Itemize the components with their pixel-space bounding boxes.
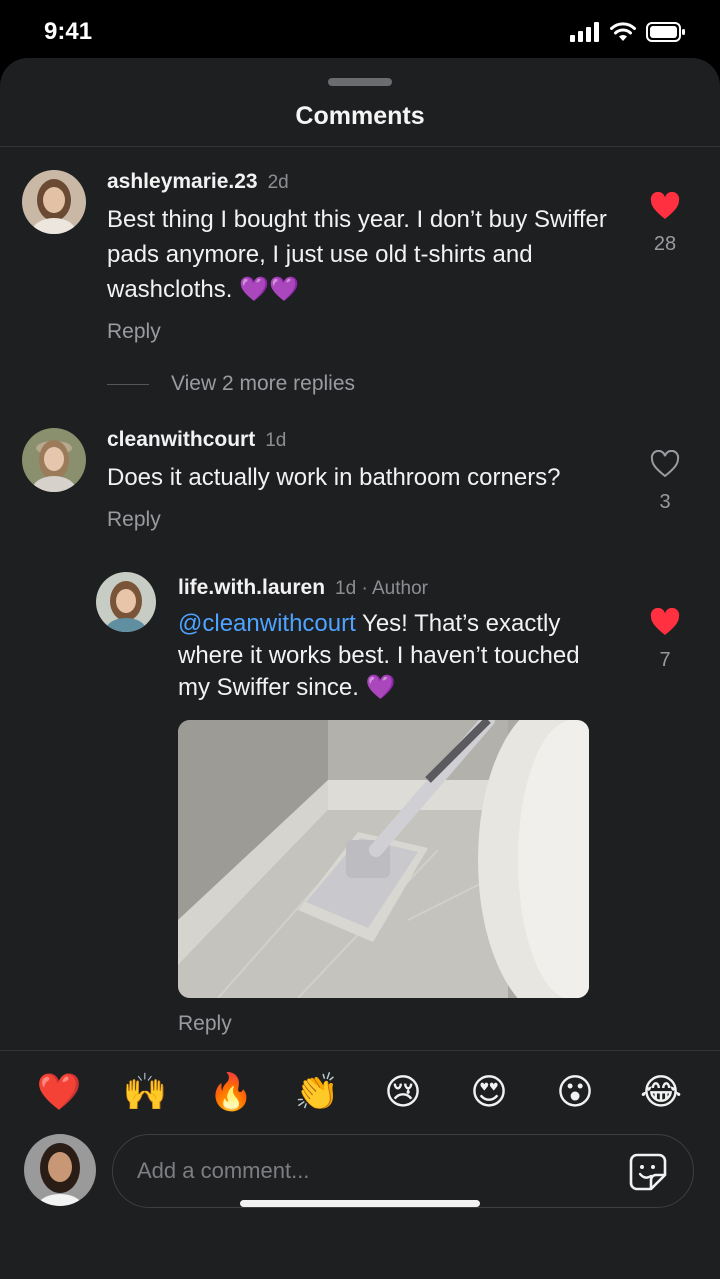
comment-age: 2d (267, 172, 289, 193)
status-time: 9:41 (44, 18, 93, 45)
comment-username[interactable]: cleanwithcourt 1d (107, 428, 286, 452)
like-button[interactable]: 3 (635, 449, 695, 514)
reply-thread-line (107, 383, 149, 385)
username-text[interactable]: cleanwithcourt (107, 428, 255, 451)
reaction-raised-hands[interactable]: 🙌 (102, 1070, 188, 1114)
comment-text: Best thing I bought this year. I don’t b… (107, 206, 607, 303)
heart-outline-icon (650, 449, 680, 482)
comment-username[interactable]: ashleymarie.23 2d (107, 170, 289, 194)
reaction-heart-eyes[interactable]: 😍 (446, 1070, 532, 1114)
like-count: 7 (659, 649, 671, 671)
mention-link[interactable]: @cleanwithcourt (178, 610, 356, 637)
like-count: 3 (659, 491, 671, 513)
reply-username[interactable]: life.with.lauren 1d · Author (178, 576, 428, 600)
wifi-icon (610, 22, 636, 47)
footer-divider (0, 1050, 720, 1051)
username-text[interactable]: life.with.lauren (178, 576, 325, 599)
reply-image-mop-in-corner[interactable] (178, 720, 589, 998)
sticker-icon[interactable] (629, 1153, 667, 1191)
header-divider (0, 146, 720, 147)
reaction-surprised[interactable]: 😮 (532, 1070, 618, 1114)
heart-filled-icon (650, 607, 680, 640)
home-indicator[interactable] (240, 1200, 480, 1207)
reply-text: @cleanwithcourt Yes! That’s exactly wher… (178, 608, 598, 704)
heart-filled-icon (650, 191, 680, 224)
reply-meta: 1d · Author (335, 578, 428, 599)
comment-text: Does it actually work in bathroom corner… (107, 464, 561, 491)
avatar[interactable] (22, 170, 86, 234)
add-comment-input[interactable] (137, 1153, 607, 1189)
like-count: 28 (653, 233, 677, 255)
reaction-laughing[interactable]: 😂 (618, 1070, 704, 1114)
view-replies-label[interactable]: View 2 more replies (171, 372, 355, 396)
status-bar: 9:41 (0, 0, 720, 62)
comment-composer[interactable] (112, 1134, 694, 1208)
reply-button[interactable]: Reply (178, 1012, 232, 1036)
view-more-replies[interactable]: View 2 more replies (107, 372, 355, 396)
like-button[interactable]: 28 (635, 191, 695, 256)
comment-age: 1d (265, 430, 287, 451)
like-button[interactable]: 7 (635, 607, 695, 672)
sheet-grabber[interactable] (328, 78, 392, 86)
reaction-crying[interactable]: 😢 (360, 1070, 446, 1114)
battery-icon (646, 22, 686, 47)
reaction-clap[interactable]: 👏 (274, 1070, 360, 1114)
comments-sheet: Comments ashleymarie.23 2d Best thing I b… (0, 58, 720, 1279)
quick-reaction-bar: ❤️ 🙌 🔥 👏 😢 😍 😮 😂 (16, 1070, 704, 1114)
sheet-title: Comments (295, 102, 425, 130)
reaction-fire[interactable]: 🔥 (188, 1070, 274, 1114)
avatar[interactable] (96, 572, 156, 632)
reaction-heart[interactable]: ❤️ (16, 1070, 102, 1114)
username-text[interactable]: ashleymarie.23 (107, 170, 258, 193)
status-icons (570, 22, 686, 47)
reply-button[interactable]: Reply (107, 320, 161, 344)
cellular-signal-icon (570, 22, 600, 47)
reply-button[interactable]: Reply (107, 508, 161, 532)
avatar[interactable] (22, 428, 86, 492)
current-user-avatar[interactable] (24, 1134, 96, 1206)
